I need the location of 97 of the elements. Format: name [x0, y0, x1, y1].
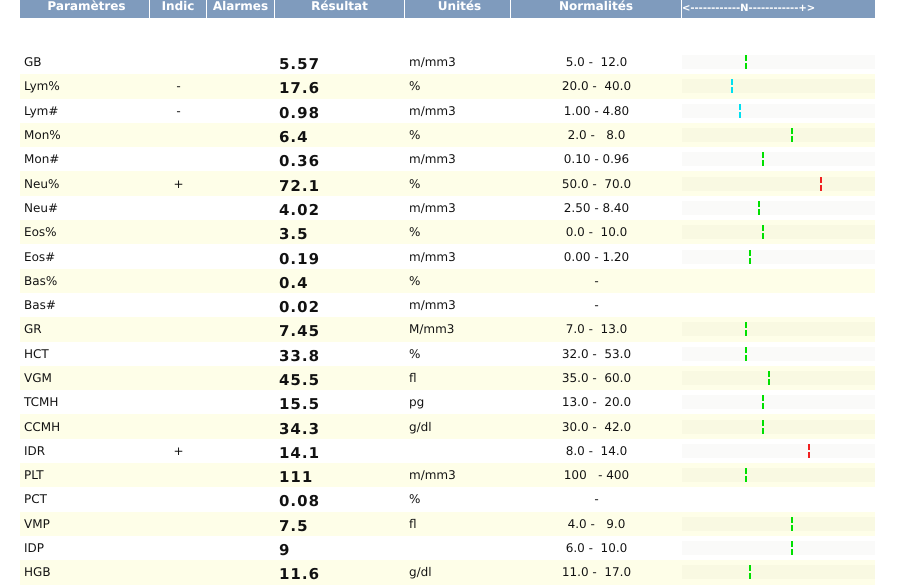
table-cell: 3.5: [279, 225, 309, 244]
table-cell: 7.0 - 13.0: [566, 322, 628, 336]
table-cell-text: CCMH: [23, 420, 62, 434]
table-cell: 0.08: [279, 492, 320, 510]
table-cell: m/mm3: [409, 55, 456, 70]
table-cell: 0.19: [279, 250, 320, 268]
table-cell-text: Eos#: [23, 250, 56, 264]
table-cell: +: [173, 444, 184, 458]
table-cell: 4.02: [279, 200, 320, 219]
table-cell-text: VGM: [23, 371, 53, 385]
table-cell: fl: [409, 371, 417, 385]
table-cell-text: PLT: [23, 468, 45, 482]
table-cell-text: IDR: [23, 444, 46, 458]
table-cell-text: Lym#: [23, 104, 60, 118]
table-cell: 6.4: [279, 128, 309, 146]
table-cell: 14.1: [279, 444, 320, 462]
table-cell: %: [409, 128, 420, 142]
column-header: Paramètres: [20, 0, 150, 18]
table-cell: 30.0 - 42.0: [562, 420, 632, 434]
table-cell: -: [594, 298, 599, 312]
table-cell: 7.5: [279, 516, 309, 535]
table-cell: %: [409, 274, 420, 288]
table-cell: 9: [279, 541, 290, 560]
table-cell: 33.8: [279, 346, 320, 365]
table-cell: 0.10 - 0.96: [564, 152, 630, 166]
table-cell: M/mm3: [409, 322, 454, 336]
table-cell: 1.00 - 4.80: [564, 104, 630, 118]
table-cell: 0.02: [279, 298, 320, 316]
table-cell: 5.0 - 12.0: [566, 55, 628, 70]
table-cell-text: TCMH: [23, 395, 60, 410]
table-cell: 0.00 - 1.20: [564, 250, 630, 264]
table-cell: m/mm3: [409, 104, 456, 118]
table-cell-text: GR: [23, 322, 43, 336]
table-cell: 6.0 - 10.0: [566, 541, 628, 556]
column-header: Indic: [150, 0, 207, 18]
table-cell: 72.1: [279, 176, 320, 195]
table-cell: 111: [279, 468, 314, 486]
table-cell: m/mm3: [409, 468, 456, 482]
table-cell: 7.45: [279, 322, 320, 340]
table-cell-text: Neu#: [23, 200, 60, 215]
table-cell-text: HGB: [23, 565, 52, 580]
table-cell: 45.5: [279, 371, 320, 389]
table-cell-text: Bas#: [23, 298, 57, 312]
table-cell: m/mm3: [409, 200, 456, 215]
table-cell: 0.36: [279, 152, 320, 170]
table-cell: 34.3: [279, 420, 320, 438]
table-cell: 2.0 - 8.0: [568, 128, 626, 142]
table-cell-text: Bas%: [23, 274, 58, 288]
table-cell: 8.0 - 14.0: [566, 444, 628, 458]
table-cell: 32.0 - 53.0: [562, 346, 632, 361]
table-cell: %: [409, 346, 420, 361]
table-cell: %: [409, 492, 420, 506]
table-cell: m/mm3: [409, 250, 456, 264]
table-cell: %: [409, 225, 420, 240]
table-cell: 2.50 - 8.40: [564, 200, 630, 215]
table-cell: 35.0 - 60.0: [562, 371, 632, 385]
table-cell-text: Eos%: [23, 225, 58, 240]
table-cell: 100 - 400: [564, 468, 630, 482]
table-cell-text: IDP: [23, 541, 46, 556]
table-cell: fl: [409, 516, 417, 531]
table-cell: 0.0 - 10.0: [566, 225, 628, 240]
table-cell: 5.57: [279, 55, 320, 74]
table-cell-text: Lym%: [23, 79, 61, 94]
table-cell: 15.5: [279, 395, 320, 414]
table-cell: %: [409, 176, 420, 191]
table-cell: -: [594, 492, 599, 506]
table-cell: 4.0 - 9.0: [568, 516, 626, 531]
table-cell: 11.6: [279, 565, 320, 584]
table-cell: 17.6: [279, 79, 320, 98]
table-cell: m/mm3: [409, 298, 456, 312]
table-cell: 11.0 - 17.0: [562, 565, 632, 580]
table-cell-text: VMP: [23, 516, 51, 531]
table-cell: 20.0 - 40.0: [562, 79, 632, 94]
column-header: Résultat: [275, 0, 405, 18]
table-cell: %: [409, 79, 420, 94]
column-header: Alarmes: [207, 0, 275, 18]
table-cell-text: Mon%: [23, 128, 62, 142]
table-cell-text: GB: [23, 55, 43, 70]
table-cell: 13.0 - 20.0: [562, 395, 632, 410]
table-cell: pg: [409, 395, 424, 410]
table-cell: -: [176, 79, 181, 94]
column-header: <------------N------------+>: [682, 2, 816, 16]
table-cell: 0.4: [279, 274, 309, 292]
table-cell: -: [594, 274, 599, 288]
table-cell-text: PCT: [23, 492, 48, 506]
table-cell: -: [176, 104, 181, 118]
table-cell: +: [173, 176, 184, 191]
column-header: Normalités: [511, 0, 682, 18]
table-cell-text: Mon#: [23, 152, 60, 166]
table-cell: g/dl: [409, 565, 432, 580]
table-cell: m/mm3: [409, 152, 456, 166]
table-cell: 50.0 - 70.0: [562, 176, 632, 191]
table-cell: 0.98: [279, 104, 320, 122]
table-cell-text: HCT: [23, 346, 50, 361]
column-header: Unités: [405, 0, 511, 18]
table-cell-text: Neu%: [23, 176, 60, 191]
table-cell: g/dl: [409, 420, 432, 434]
